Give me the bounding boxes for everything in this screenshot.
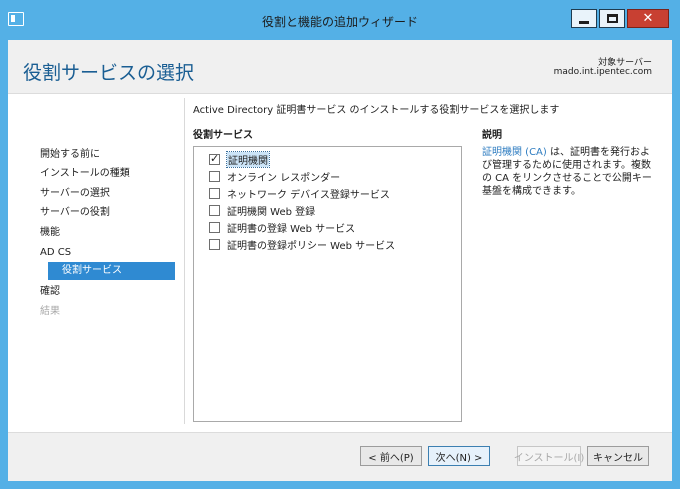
minimize-button[interactable]: [571, 9, 597, 28]
wizard-footer: < 前へ(P) 次へ(N) > インストール(I) キャンセル: [8, 432, 672, 481]
minimize-icon: [579, 21, 589, 24]
role-item-online-responder[interactable]: オンライン レスポンダー: [209, 168, 340, 184]
role-label: 証明機関: [226, 150, 270, 168]
wizard-client-area: 役割サービスの選択 対象サーバー mado.int.ipentec.com 開始…: [8, 40, 672, 481]
nav-item-before-you-begin[interactable]: 開始する前に: [40, 146, 174, 164]
title-bar[interactable]: 役割と機能の追加ウィザード ✕: [0, 0, 680, 40]
checkbox-enrollment-policy-web-service[interactable]: [209, 238, 220, 250]
nav-item-features[interactable]: 機能: [40, 224, 174, 242]
checkbox-enrollment-web-service[interactable]: [209, 221, 220, 233]
install-button: インストール(I): [514, 446, 584, 466]
role-item-enrollment-policy-web-service[interactable]: 証明書の登録ポリシー Web サービス: [209, 236, 395, 252]
nav-item-results: 結果: [40, 306, 60, 317]
role-label: 証明機関 Web 登録: [227, 206, 316, 218]
checkbox-ca-web-enrollment[interactable]: [209, 204, 220, 216]
role-item-ca-web-enrollment[interactable]: 証明機関 Web 登録: [209, 202, 315, 218]
window-frame: 役割と機能の追加ウィザード ✕ 役割サービスの選択 対象サーバー mado.in…: [0, 0, 680, 489]
previous-button[interactable]: < 前へ(P): [360, 446, 422, 466]
maximize-icon: [606, 14, 618, 23]
role-item-enrollment-web-service[interactable]: 証明書の登録 Web サービス: [209, 219, 355, 235]
maximize-button[interactable]: [599, 9, 625, 28]
description-header: 説明: [482, 130, 502, 141]
nav-item-server-roles[interactable]: サーバーの役割: [40, 204, 174, 222]
next-button[interactable]: 次へ(N) >: [428, 446, 490, 466]
close-button[interactable]: ✕: [627, 9, 669, 28]
nav-item-confirmation[interactable]: 確認: [40, 283, 174, 301]
description-panel: 証明機関 (CA) は、証明書を発行および管理するために使用されます。複数の C…: [482, 146, 652, 198]
nav-item-role-services[interactable]: 役割サービス: [48, 262, 175, 280]
main-content: Active Directory 証明書サービス のインストールする役割サービス…: [192, 94, 662, 432]
role-services-header: 役割サービス: [193, 130, 253, 141]
checkbox-certification-authority[interactable]: [209, 152, 220, 165]
target-server-value: mado.int.ipentec.com: [553, 67, 652, 77]
page-title: 役割サービスの選択: [23, 62, 195, 84]
wizard-header: 役割サービスの選択 対象サーバー mado.int.ipentec.com: [8, 40, 672, 94]
description-link[interactable]: 証明機関 (CA): [482, 147, 547, 158]
role-label: ネットワーク デバイス登録サービス: [227, 189, 390, 201]
instruction-text: Active Directory 証明書サービス のインストールする役割サービス…: [193, 105, 560, 116]
nav-divider: [184, 98, 185, 424]
checkbox-online-responder[interactable]: [209, 170, 220, 182]
role-label: 証明書の登録 Web サービス: [227, 223, 356, 235]
role-item-network-device-enrollment[interactable]: ネットワーク デバイス登録サービス: [209, 185, 390, 201]
role-label: 証明書の登録ポリシー Web サービス: [227, 240, 396, 252]
nav-item-installation-type[interactable]: インストールの種類: [40, 165, 174, 183]
wizard-nav: 開始する前に インストールの種類 サーバーの選択 サーバーの役割 機能 AD C…: [8, 94, 183, 432]
role-services-list[interactable]: 証明機関 オンライン レスポンダー ネットワーク デバイス登録サービス 証明機関…: [193, 146, 462, 422]
cancel-button[interactable]: キャンセル: [587, 446, 649, 466]
nav-item-ad-cs[interactable]: AD CS: [40, 244, 174, 262]
checkbox-network-device-enrollment[interactable]: [209, 187, 220, 199]
nav-item-server-selection[interactable]: サーバーの選択: [40, 185, 174, 203]
close-icon: ✕: [642, 11, 654, 26]
role-label: オンライン レスポンダー: [227, 172, 341, 184]
role-item-certification-authority[interactable]: 証明機関: [209, 150, 270, 168]
